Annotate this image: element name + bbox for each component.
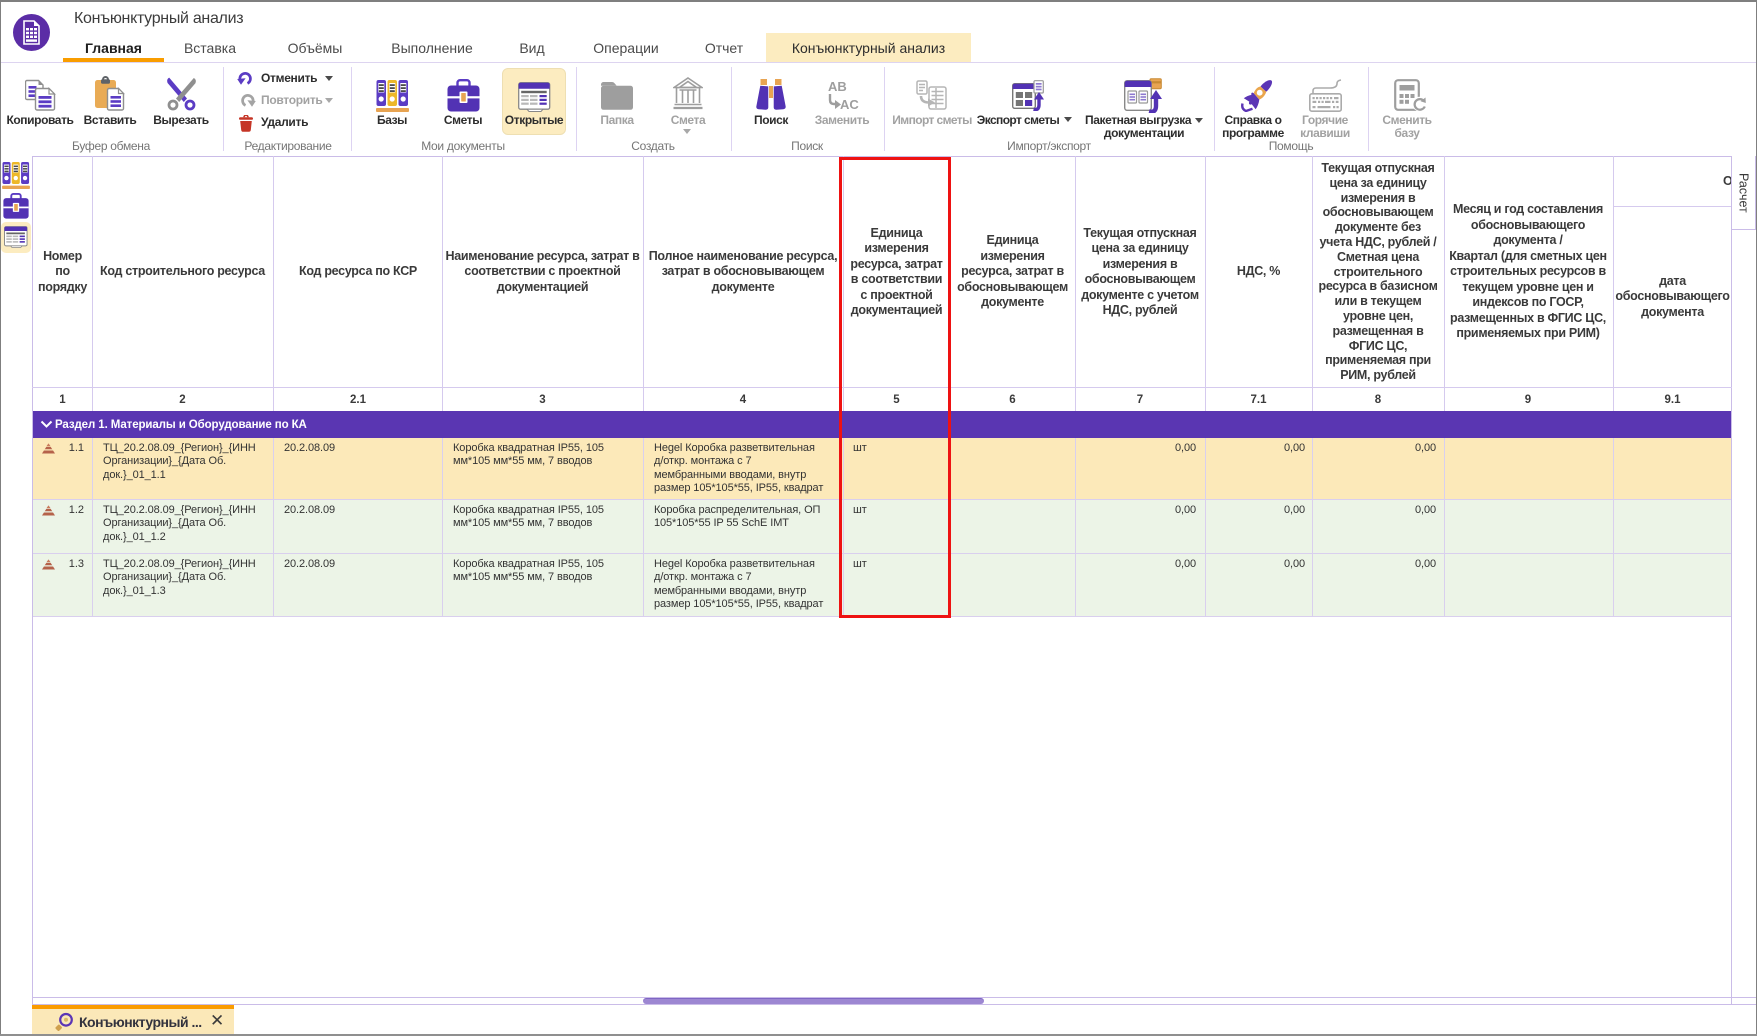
svg-text:AB: AB: [828, 80, 847, 94]
svg-text:AC: AC: [840, 97, 859, 111]
